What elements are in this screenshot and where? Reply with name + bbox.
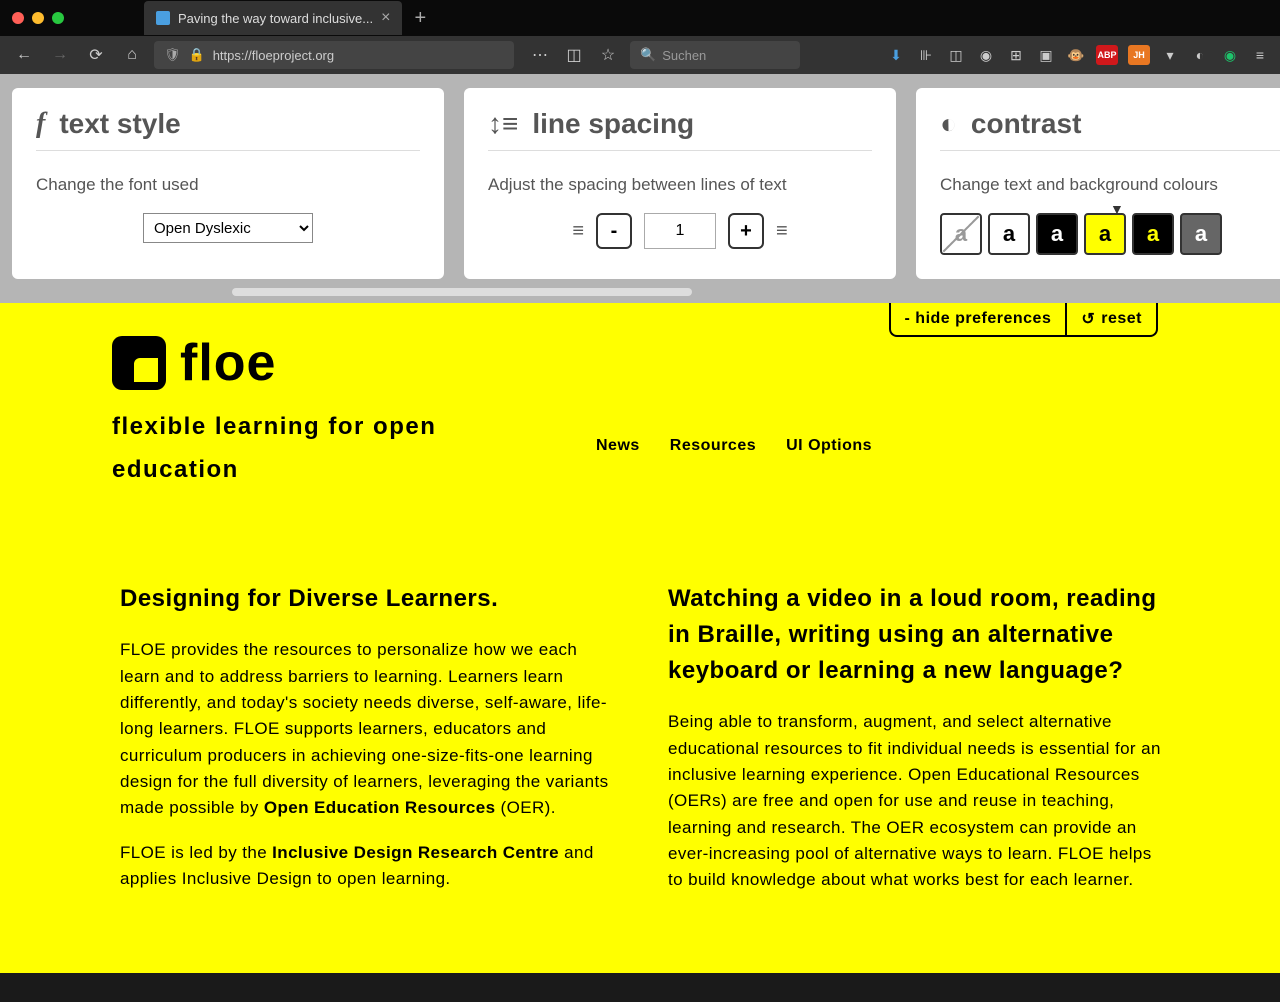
home-button[interactable]: ⌂	[118, 41, 146, 69]
contrast-bw-button[interactable]: a	[988, 213, 1030, 255]
search-icon: 🔍	[640, 47, 656, 63]
reset-icon: ↺	[1081, 309, 1095, 329]
library-icon[interactable]: ⊪	[916, 45, 936, 65]
ext-icon-4[interactable]: ▾	[1160, 45, 1180, 65]
text-style-icon: f	[36, 108, 45, 140]
search-placeholder: Suchen	[662, 48, 706, 63]
nav-ui-options[interactable]: UI Options	[786, 437, 872, 455]
forward-button[interactable]: →	[46, 41, 74, 69]
text-style-desc: Change the font used	[36, 175, 420, 195]
menu-icon[interactable]: ≡	[1250, 45, 1270, 65]
tab-title: Paving the way toward inclusive...	[178, 11, 373, 26]
maximize-window-button[interactable]	[52, 12, 64, 24]
idrc-link[interactable]: Inclusive Design Research Centre	[272, 843, 559, 862]
logo-text: floe	[180, 333, 276, 393]
jh-icon[interactable]: JH	[1128, 45, 1150, 65]
contrast-desc: Change text and background colours	[940, 175, 1280, 195]
url-text: https://floeproject.org	[213, 48, 334, 63]
ext-icon-5[interactable]: ◐	[1190, 45, 1210, 65]
favicon	[156, 11, 170, 25]
page-content: - hide preferences ↺reset floe flexible …	[0, 303, 1280, 973]
text-style-card: f text style Change the font used Open D…	[12, 88, 444, 279]
oer-link[interactable]: Open Education Resources	[264, 798, 496, 817]
hide-preferences-button[interactable]: - hide preferences	[889, 303, 1066, 337]
text-style-title: text style	[59, 108, 180, 140]
abp-icon[interactable]: ABP	[1096, 45, 1118, 65]
browser-toolbar: ← → ⟳ ⌂ 🛡 🔒 https://floeproject.org ⋯ ◫ …	[0, 36, 1280, 74]
logo-icon	[112, 336, 166, 390]
browser-tab[interactable]: Paving the way toward inclusive... ×	[144, 1, 402, 35]
minimize-window-button[interactable]	[32, 12, 44, 24]
back-button[interactable]: ←	[10, 41, 38, 69]
contrast-wb-button[interactable]: a	[1036, 213, 1078, 255]
contrast-card: ◐ contrast Change text and background co…	[916, 88, 1280, 279]
traffic-lights	[12, 12, 64, 24]
line-spacing-desc: Adjust the spacing between lines of text	[488, 175, 872, 195]
new-tab-button[interactable]: +	[414, 7, 426, 30]
col1-heading: Designing for Diverse Learners.	[120, 581, 620, 617]
prefs-scrollbar[interactable]	[12, 287, 1280, 297]
close-window-button[interactable]	[12, 12, 24, 24]
shield-icon: 🛡	[164, 47, 181, 63]
preferences-panel: f text style Change the font used Open D…	[0, 74, 1280, 303]
col1-p1: FLOE provides the resources to personali…	[120, 637, 620, 821]
spacing-value-input[interactable]	[644, 213, 716, 249]
url-bar[interactable]: 🛡 🔒 https://floeproject.org	[154, 41, 514, 69]
line-spacing-title: line spacing	[532, 108, 694, 140]
tagline: flexible learning for open education	[112, 405, 452, 491]
contrast-icon: ◐	[940, 108, 957, 140]
lock-icon: 🔒	[189, 47, 205, 63]
spacing-tight-icon: ≡	[572, 220, 584, 243]
nav-resources[interactable]: Resources	[670, 437, 756, 455]
contrast-yb-button[interactable]: a	[1132, 213, 1174, 255]
contrast-selected-indicator: ▼	[1110, 201, 1124, 217]
reset-button[interactable]: ↺reset	[1065, 303, 1158, 337]
col2-p: Being able to transform, augment, and se…	[668, 709, 1168, 893]
reload-button[interactable]: ⟳	[82, 41, 110, 69]
account-icon[interactable]: ◉	[976, 45, 996, 65]
contrast-grey-button[interactable]: a	[1180, 213, 1222, 255]
spacing-loose-icon: ≡	[776, 215, 788, 247]
toolbar-right-icons: ⬇ ⊪ ◫ ◉ ⊞ ▣ 🐵 ABP JH ▾ ◐ ◉ ≡	[886, 45, 1270, 65]
scrollbar-thumb[interactable]	[232, 288, 692, 296]
sidebar-icon[interactable]: ◫	[946, 45, 966, 65]
spacing-increase-button[interactable]: +	[728, 213, 764, 249]
more-icon[interactable]: ⋯	[526, 41, 554, 69]
ext-icon-6[interactable]: ◉	[1220, 45, 1240, 65]
line-spacing-icon: ↕≡	[488, 108, 518, 140]
column-right: Watching a video in a loud room, reading…	[668, 581, 1168, 911]
downloads-icon[interactable]: ⬇	[886, 45, 906, 65]
font-select[interactable]: Open Dyslexic	[143, 213, 313, 243]
ext-icon-3[interactable]: 🐵	[1066, 45, 1086, 65]
contrast-by-button[interactable]: a	[1084, 213, 1126, 255]
bookmark-star-icon[interactable]: ☆	[594, 41, 622, 69]
contrast-default-button[interactable]: a	[940, 213, 982, 255]
nav-news[interactable]: News	[596, 437, 640, 455]
spacing-decrease-button[interactable]: -	[596, 213, 632, 249]
search-bar[interactable]: 🔍 Suchen	[630, 41, 800, 69]
ext-icon-1[interactable]: ⊞	[1006, 45, 1026, 65]
close-tab-icon[interactable]: ×	[381, 9, 390, 27]
window-titlebar: Paving the way toward inclusive... × +	[0, 0, 1280, 36]
contrast-title: contrast	[971, 108, 1081, 140]
col1-p2: FLOE is led by the Inclusive Design Rese…	[120, 840, 620, 893]
reader-icon[interactable]: ◫	[560, 41, 588, 69]
col2-heading: Watching a video in a loud room, reading…	[668, 581, 1168, 689]
line-spacing-card: ↕≡ line spacing Adjust the spacing betwe…	[464, 88, 896, 279]
column-left: Designing for Diverse Learners. FLOE pro…	[120, 581, 620, 911]
ext-icon-2[interactable]: ▣	[1036, 45, 1056, 65]
main-nav: News Resources UI Options	[596, 437, 872, 455]
